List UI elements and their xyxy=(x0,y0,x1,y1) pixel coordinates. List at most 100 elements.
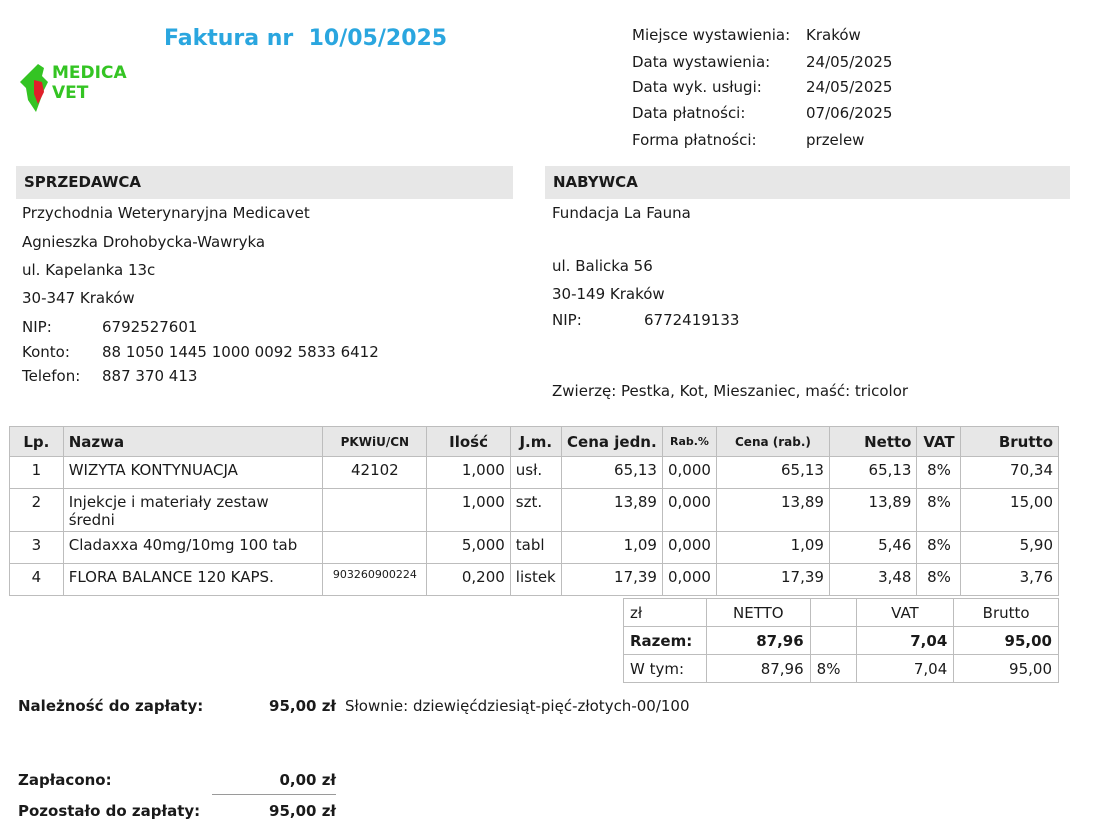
col-header-pkwiu: PKWiU/CN xyxy=(322,426,428,457)
meta-value-issue-date: 24/05/2025 xyxy=(806,53,893,71)
cell-nazwa: WIZYTA KONTYNUACJA xyxy=(62,456,324,489)
totals-sum-row: Razem: 87,96 7,04 95,00 xyxy=(623,626,1059,655)
cell-nazwa: FLORA BALANCE 120 KAPS. xyxy=(62,563,324,596)
cell-vat: 8% xyxy=(916,531,962,564)
totals-netto-header: NETTO xyxy=(705,598,811,627)
cell-vat: 8% xyxy=(916,488,962,532)
cell-lp: 2 xyxy=(9,488,64,532)
totals-wtym-label: W tym: xyxy=(623,654,707,683)
cell-cena-rab: 13,89 xyxy=(715,488,830,532)
totals-sum-netto: 87,96 xyxy=(705,626,811,655)
totals-sum-label: Razem: xyxy=(623,626,707,655)
amount-due-value: 95,00 zł xyxy=(269,697,336,715)
col-header-vat: VAT xyxy=(916,426,962,457)
cell-netto: 5,46 xyxy=(828,531,918,564)
totals-sum-brutto: 95,00 xyxy=(953,626,1059,655)
totals-vat-header: VAT xyxy=(855,598,955,627)
meta-label-service-date: Data wyk. usługi: xyxy=(632,78,762,96)
cell-pkwiu: 903260900224 xyxy=(322,563,428,596)
buyer-city: 30-149 Kraków xyxy=(552,285,665,303)
invoice-title: Faktura nr 10/05/2025 xyxy=(164,26,448,51)
cell-cena-jedn: 65,13 xyxy=(560,456,663,489)
cell-nazwa: Cladaxxa 40mg/10mg 100 tab xyxy=(62,531,324,564)
remaining-value: 95,00 zł xyxy=(269,802,336,820)
cell-brutto: 70,34 xyxy=(960,456,1059,489)
seller-konto-label: Konto: xyxy=(22,343,70,361)
table-row: 3 Cladaxxa 40mg/10mg 100 tab 5,000 tabl … xyxy=(9,531,1059,564)
totals-table: zł NETTO VAT Brutto Razem: 87,96 7,04 95… xyxy=(623,598,1059,683)
amount-due-label: Należność do zapłaty: xyxy=(18,697,204,715)
col-header-lp: Lp. xyxy=(9,426,64,457)
seller-city: 30-347 Kraków xyxy=(22,289,135,307)
cell-pkwiu: 42102 xyxy=(322,456,428,489)
col-header-ilosc: Ilość xyxy=(426,426,511,457)
cell-ilosc: 1,000 xyxy=(426,456,511,489)
meta-label-payment-form: Forma płatności: xyxy=(632,131,757,149)
amount-in-words: Słownie: dziewięćdziesiąt-pięć-złotych-0… xyxy=(345,697,690,715)
totals-currency: zł xyxy=(623,598,707,627)
col-header-jm: J.m. xyxy=(509,426,562,457)
cell-ilosc: 5,000 xyxy=(426,531,511,564)
cell-lp: 1 xyxy=(9,456,64,489)
cell-ilosc: 0,200 xyxy=(426,563,511,596)
table-row: 1 WIZYTA KONTYNUACJA 42102 1,000 usł. 65… xyxy=(9,456,1059,489)
medicavet-logo: MEDICA VET xyxy=(20,63,127,112)
items-table: Lp. Nazwa PKWiU/CN Ilość J.m. Cena jedn.… xyxy=(9,426,1059,596)
totals-wtym-brutto: 95,00 xyxy=(953,654,1059,683)
cell-brutto: 15,00 xyxy=(960,488,1059,532)
meta-label-place: Miejsce wystawienia: xyxy=(632,26,791,44)
meta-value-service-date: 24/05/2025 xyxy=(806,78,893,96)
cell-cena-rab: 1,09 xyxy=(715,531,830,564)
col-header-nazwa: Nazwa xyxy=(62,426,324,457)
logo-text-vet: VET xyxy=(52,83,89,103)
buyer-name: Fundacja La Fauna xyxy=(552,204,691,222)
table-row: 2 Injekcje i materiały zestaw średni 1,0… xyxy=(9,488,1059,532)
cell-vat: 8% xyxy=(916,456,962,489)
paid-value: 0,00 zł xyxy=(279,771,336,789)
seller-person: Agnieszka Drohobycka-Wawryka xyxy=(22,233,266,251)
cell-netto: 13,89 xyxy=(828,488,918,532)
totals-wtym-rate: 8% xyxy=(809,654,857,683)
totals-header-row: zł NETTO VAT Brutto xyxy=(623,598,1059,627)
totals-wtym-netto: 87,96 xyxy=(705,654,811,683)
seller-tel: 887 370 413 xyxy=(102,367,198,385)
cell-lp: 4 xyxy=(9,563,64,596)
totals-sum-vat: 7,04 xyxy=(855,626,955,655)
seller-konto: 88 1050 1445 1000 0092 5833 6412 xyxy=(102,343,379,361)
meta-label-issue-date: Data wystawienia: xyxy=(632,53,771,71)
cell-jm: szt. xyxy=(509,488,562,532)
cell-lp: 3 xyxy=(9,531,64,564)
buyer-street: ul. Balicka 56 xyxy=(552,257,653,275)
col-header-rabat: Rab.% xyxy=(661,426,717,457)
seller-nip: 6792527601 xyxy=(102,318,198,336)
cell-cena-rab: 65,13 xyxy=(715,456,830,489)
cell-cena-jedn: 1,09 xyxy=(560,531,663,564)
buyer-animal: Zwierzę: Pestka, Kot, Mieszaniec, maść: … xyxy=(552,382,909,400)
meta-value-payment-form: przelew xyxy=(806,131,865,149)
cell-jm: usł. xyxy=(509,456,562,489)
cell-netto: 3,48 xyxy=(828,563,918,596)
totals-brutto-header: Brutto xyxy=(953,598,1059,627)
col-header-cena-rab: Cena (rab.) xyxy=(715,426,830,457)
buyer-heading: NABYWCA xyxy=(545,166,1070,199)
table-row: 4 FLORA BALANCE 120 KAPS. 903260900224 0… xyxy=(9,563,1059,596)
cell-cena-jedn: 17,39 xyxy=(560,563,663,596)
meta-value-payment-date: 07/06/2025 xyxy=(806,104,893,122)
items-header-row: Lp. Nazwa PKWiU/CN Ilość J.m. Cena jedn.… xyxy=(9,426,1059,457)
totals-sum-rate xyxy=(809,626,857,655)
col-header-netto: Netto xyxy=(828,426,918,457)
buyer-nip-label: NIP: xyxy=(552,311,582,329)
seller-street: ul. Kapelanka 13c xyxy=(22,261,156,279)
meta-label-payment-date: Data płatności: xyxy=(632,104,746,122)
seller-tel-label: Telefon: xyxy=(22,367,81,385)
cell-cena-rab: 17,39 xyxy=(715,563,830,596)
cell-jm: listek xyxy=(509,563,562,596)
col-header-brutto: Brutto xyxy=(960,426,1059,457)
seller-name: Przychodnia Weterynaryjna Medicavet xyxy=(22,204,310,222)
cell-rabat: 0,000 xyxy=(661,488,717,532)
meta-value-place: Kraków xyxy=(806,26,861,44)
buyer-nip: 6772419133 xyxy=(644,311,740,329)
cell-brutto: 3,76 xyxy=(960,563,1059,596)
seller-heading: SPRZEDAWCA xyxy=(16,166,513,199)
cell-ilosc: 1,000 xyxy=(426,488,511,532)
